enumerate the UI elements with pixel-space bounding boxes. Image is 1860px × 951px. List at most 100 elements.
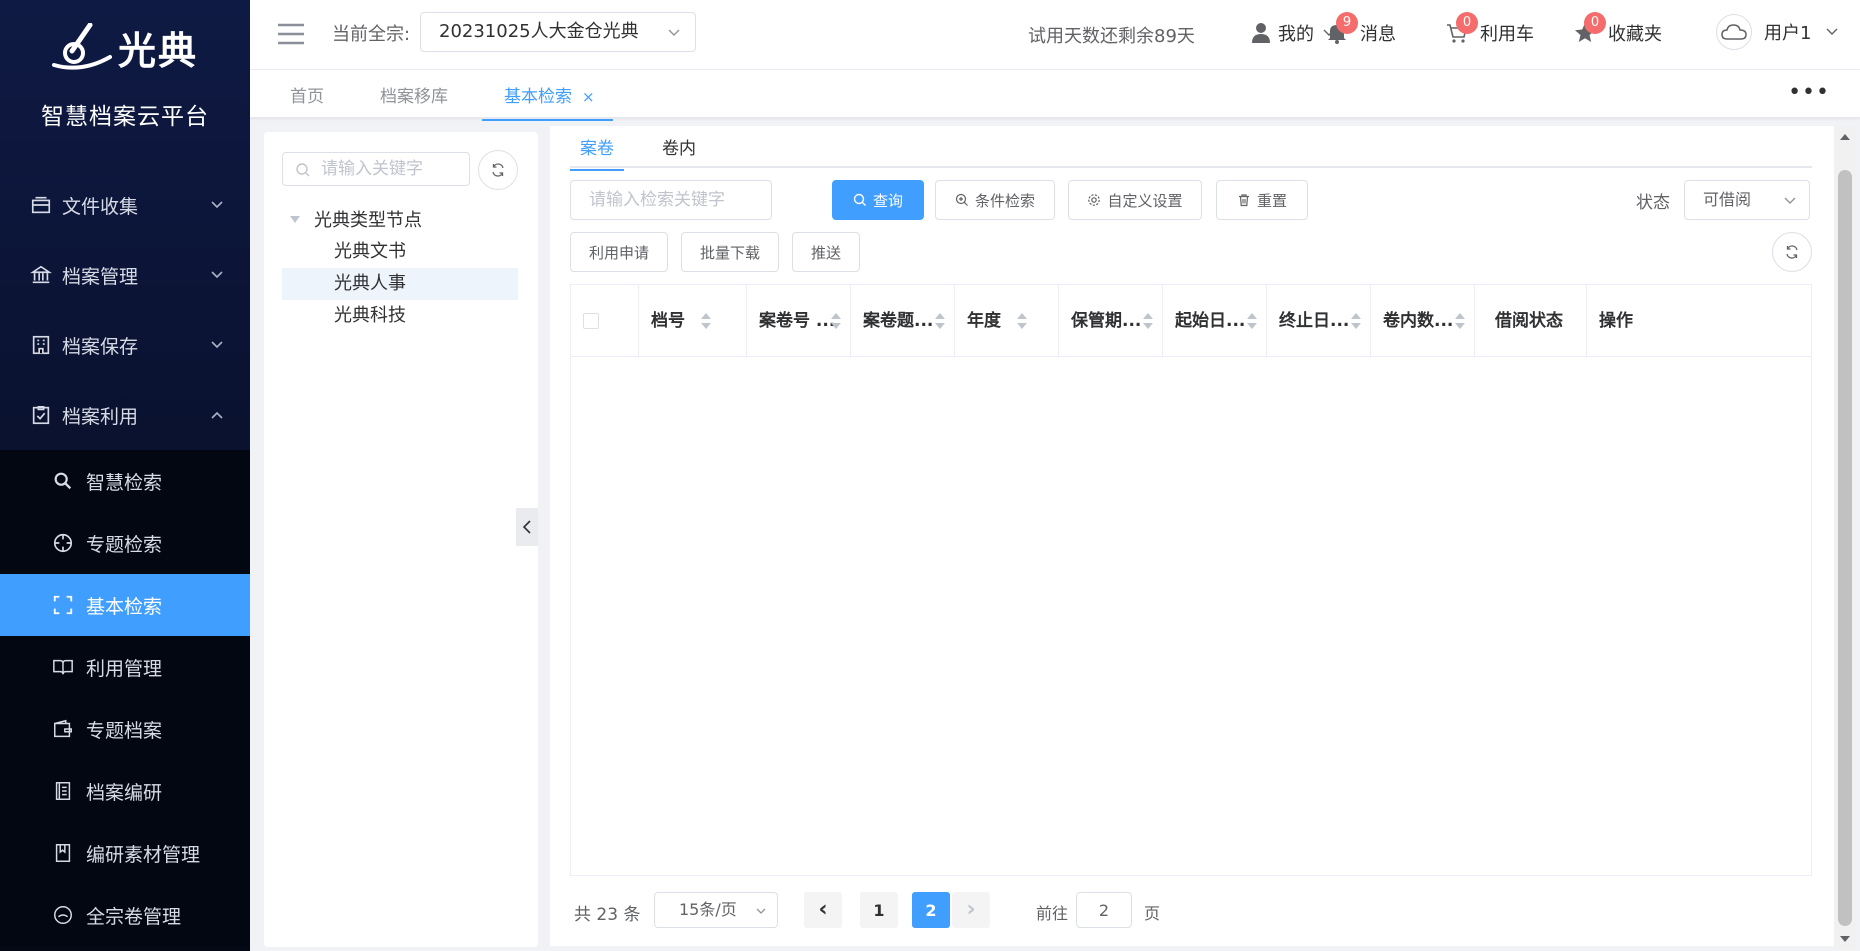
column-header-item-count[interactable]: 卷内数... bbox=[1371, 285, 1475, 357]
close-icon[interactable]: × bbox=[582, 88, 595, 106]
sidebar-subitem-compilation-materials[interactable]: 编研素材管理 bbox=[0, 822, 250, 884]
crosshair-icon bbox=[53, 533, 73, 553]
page-size-select[interactable]: 15条/页 bbox=[654, 892, 778, 928]
column-header-start-date[interactable]: 起始日... bbox=[1163, 285, 1267, 357]
column-header-year[interactable]: 年度 bbox=[955, 285, 1059, 357]
push-button-label: 推送 bbox=[810, 243, 841, 262]
tree-node-personnel[interactable]: 光典人事 bbox=[282, 268, 518, 300]
cart-label: 利用车 bbox=[1480, 24, 1534, 45]
column-header-actions: 操作 bbox=[1587, 285, 1811, 357]
sidebar-subitem-basic-search[interactable]: 基本检索 bbox=[0, 574, 250, 636]
notebook-icon bbox=[55, 782, 71, 800]
sidebar-item-file-collection[interactable]: 文件收集 bbox=[0, 170, 250, 240]
tab-home[interactable]: 首页 bbox=[290, 82, 324, 107]
wallet-icon bbox=[54, 719, 72, 738]
chevron-up-icon bbox=[211, 411, 223, 419]
panel-collapse-handle[interactable] bbox=[516, 508, 538, 546]
refresh-icon bbox=[1786, 245, 1798, 259]
page-size-value: 15条/页 bbox=[679, 900, 737, 919]
gear-icon bbox=[1088, 194, 1101, 206]
custom-settings-label: 自定义设置 bbox=[1107, 191, 1183, 210]
sort-icon[interactable] bbox=[1350, 311, 1362, 331]
sort-icon[interactable] bbox=[1142, 311, 1154, 331]
goto-page-input[interactable] bbox=[1076, 892, 1132, 928]
sidebar-subitem-fonds-volume-management[interactable]: 全宗卷管理 bbox=[0, 884, 250, 946]
sort-icon[interactable] bbox=[1016, 311, 1028, 331]
vertical-scrollbar[interactable] bbox=[1834, 126, 1856, 950]
tree-search-input[interactable] bbox=[321, 157, 461, 181]
messages-link[interactable]: 9 消息 bbox=[1326, 12, 1396, 46]
sidebar-item-archive-management[interactable]: 档案管理 bbox=[0, 240, 250, 310]
tab-items[interactable]: 卷内 bbox=[662, 134, 696, 159]
query-button[interactable]: 查询 bbox=[832, 180, 924, 220]
cart-badge: 0 bbox=[1456, 12, 1478, 34]
sidebar-subitem-label: 编研素材管理 bbox=[86, 843, 201, 866]
top-bar: 当前全宗: 20231025人大金仓光典 试用天数还剩余89天 我的 9 消息 … bbox=[250, 0, 1860, 70]
sort-icon[interactable] bbox=[700, 311, 712, 331]
chevron-down-icon bbox=[211, 201, 223, 209]
prev-page-button[interactable]: ‹ bbox=[804, 892, 842, 928]
scrollbar-thumb[interactable] bbox=[1838, 170, 1852, 926]
sidebar-subitem-smart-search[interactable]: 智慧检索 bbox=[0, 450, 250, 512]
tree-node-technology[interactable]: 光典科技 bbox=[282, 300, 518, 332]
search-icon bbox=[54, 472, 72, 490]
column-header-file-no[interactable]: 案卷号 ... bbox=[747, 285, 851, 357]
reset-button[interactable]: 重置 bbox=[1216, 180, 1308, 220]
sort-icon[interactable] bbox=[830, 311, 842, 331]
scroll-up-arrow-icon[interactable] bbox=[1840, 134, 1850, 140]
logo-icon bbox=[52, 22, 112, 70]
table-refresh-button[interactable] bbox=[1772, 232, 1812, 272]
tab-archive-transfer[interactable]: 档案移库 bbox=[380, 82, 448, 107]
column-header-file-title[interactable]: 案卷题... bbox=[851, 285, 955, 357]
page-2-button[interactable]: 2 bbox=[912, 892, 950, 928]
column-header-end-date[interactable]: 终止日... bbox=[1267, 285, 1371, 357]
favorites-link[interactable]: 0 收藏夹 bbox=[1574, 12, 1662, 46]
fonds-select[interactable]: 20231025人大金仓光典 bbox=[420, 12, 696, 52]
cart-icon-wrap: 0 bbox=[1446, 12, 1478, 44]
next-page-button[interactable]: › bbox=[952, 892, 990, 928]
caret-down-icon[interactable] bbox=[290, 215, 300, 223]
sort-icon[interactable] bbox=[1246, 311, 1258, 331]
sidebar-subitem-topic-search[interactable]: 专题检索 bbox=[0, 512, 250, 574]
user-menu[interactable]: 用户1 bbox=[1716, 14, 1839, 50]
column-header-label: 案卷题... bbox=[863, 311, 934, 331]
select-all-checkbox[interactable] bbox=[583, 313, 599, 329]
sidebar-subitem-utilization-management[interactable]: 利用管理 bbox=[0, 636, 250, 698]
sidebar: 光典 智慧档案云平台 文件收集 档案管理 档案保存 档案利用 智慧检索 专题检索 bbox=[0, 0, 250, 951]
keyword-search-input[interactable] bbox=[570, 180, 772, 220]
tree-root-node[interactable]: 光典类型节点 bbox=[290, 206, 422, 232]
sidebar-item-archive-storage[interactable]: 档案保存 bbox=[0, 310, 250, 380]
more-options-icon[interactable]: ••• bbox=[1788, 80, 1830, 105]
query-button-label: 查询 bbox=[872, 191, 903, 210]
tree-refresh-button[interactable] bbox=[478, 150, 518, 190]
tab-basic-search-label: 基本检索 bbox=[504, 87, 572, 107]
condition-search-button[interactable]: 条件检索 bbox=[935, 180, 1055, 220]
batch-download-button[interactable]: 批量下载 bbox=[681, 232, 779, 272]
sidebar-item-archive-utilization[interactable]: 档案利用 bbox=[0, 380, 250, 450]
sidebar-subitem-archive-compilation[interactable]: 档案编研 bbox=[0, 760, 250, 822]
utilization-cart-link[interactable]: 0 利用车 bbox=[1446, 12, 1534, 46]
page-1-button[interactable]: 1 bbox=[860, 892, 898, 928]
results-table: 档号 案卷号 ... 案卷题... 年度 保管期... 起始日... 终止日..… bbox=[570, 284, 1812, 876]
custom-settings-button[interactable]: 自定义设置 bbox=[1068, 180, 1202, 220]
hamburger-menu-icon[interactable] bbox=[278, 22, 304, 46]
sort-icon[interactable] bbox=[1454, 311, 1466, 331]
column-header-retention-period[interactable]: 保管期... bbox=[1059, 285, 1163, 357]
logo[interactable]: 光典 bbox=[52, 20, 198, 75]
status-filter-label: 状态 bbox=[1636, 193, 1670, 213]
mine-menu[interactable]: 我的 bbox=[1250, 20, 1336, 46]
scroll-down-arrow-icon[interactable] bbox=[1840, 936, 1850, 942]
column-header-archive-no[interactable]: 档号 bbox=[639, 285, 747, 357]
tab-files[interactable]: 案卷 bbox=[570, 134, 624, 171]
utilization-apply-button[interactable]: 利用申请 bbox=[570, 232, 668, 272]
tree-search-field[interactable] bbox=[282, 152, 470, 186]
sidebar-subitem-topic-archives[interactable]: 专题档案 bbox=[0, 698, 250, 760]
sort-icon[interactable] bbox=[934, 311, 946, 331]
search-results-panel: 案卷 卷内 查询 条件检索 自定义设置 重置 状态 可借阅 利用申请 批量下载 … bbox=[550, 126, 1834, 946]
search-icon bbox=[296, 163, 310, 177]
push-button[interactable]: 推送 bbox=[792, 232, 860, 272]
status-filter-select[interactable]: 可借阅 bbox=[1684, 180, 1810, 220]
tab-basic-search[interactable]: 基本检索 × bbox=[482, 82, 613, 121]
record-level-tabs: 案卷 卷内 bbox=[570, 126, 1812, 171]
tree-node-documents[interactable]: 光典文书 bbox=[282, 236, 518, 268]
